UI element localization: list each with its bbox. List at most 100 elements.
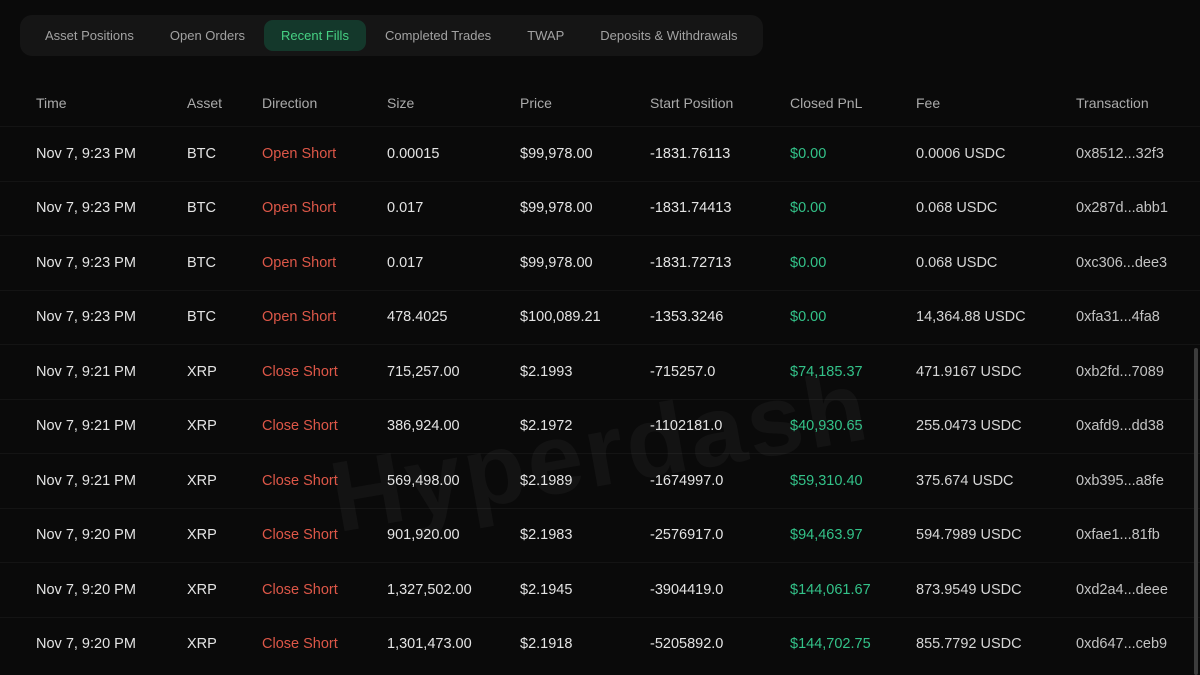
table-row[interactable]: Nov 7, 9:23 PM BTC Open Short 478.4025 $… <box>0 290 1200 345</box>
tab-open-orders[interactable]: Open Orders <box>153 20 262 51</box>
cell-transaction-link[interactable]: 0x287d...abb1 <box>1076 200 1200 216</box>
cell-direction: Close Short <box>262 582 387 598</box>
tab-completed-trades[interactable]: Completed Trades <box>368 20 508 51</box>
cell-asset: BTC <box>187 200 262 216</box>
cell-fee: 855.7792 USDC <box>916 636 1076 652</box>
cell-start-position: -715257.0 <box>650 364 790 380</box>
cell-fee: 375.674 USDC <box>916 473 1076 489</box>
cell-asset: XRP <box>187 418 262 434</box>
cell-direction: Open Short <box>262 255 387 271</box>
cell-size: 386,924.00 <box>387 418 520 434</box>
cell-transaction-link[interactable]: 0xfa31...4fa8 <box>1076 309 1200 325</box>
cell-start-position: -1353.3246 <box>650 309 790 325</box>
cell-direction: Close Short <box>262 636 387 652</box>
table-row[interactable]: Nov 7, 9:20 PM XRP Close Short 1,327,502… <box>0 562 1200 617</box>
column-header-start-position: Start Position <box>650 95 790 111</box>
cell-start-position: -3904419.0 <box>650 582 790 598</box>
cell-price: $99,978.00 <box>520 200 650 216</box>
cell-transaction-link[interactable]: 0xb2fd...7089 <box>1076 364 1200 380</box>
cell-price: $2.1989 <box>520 473 650 489</box>
cell-direction: Close Short <box>262 418 387 434</box>
cell-closed-pnl: $40,930.65 <box>790 418 916 434</box>
cell-size: 0.00015 <box>387 146 520 162</box>
tab-twap[interactable]: TWAP <box>510 20 581 51</box>
cell-size: 0.017 <box>387 200 520 216</box>
cell-direction: Close Short <box>262 364 387 380</box>
cell-size: 478.4025 <box>387 309 520 325</box>
table-row[interactable]: Nov 7, 9:20 PM XRP Close Short 1,301,473… <box>0 617 1200 672</box>
cell-direction: Open Short <box>262 146 387 162</box>
cell-closed-pnl: $94,463.97 <box>790 527 916 543</box>
cell-asset: BTC <box>187 146 262 162</box>
tab-asset-positions[interactable]: Asset Positions <box>28 20 151 51</box>
cell-time: Nov 7, 9:21 PM <box>36 473 187 489</box>
cell-start-position: -1674997.0 <box>650 473 790 489</box>
table-header-row: Time Asset Direction Size Price Start Po… <box>0 80 1200 126</box>
column-header-direction: Direction <box>262 95 387 111</box>
cell-time: Nov 7, 9:20 PM <box>36 582 187 598</box>
cell-asset: BTC <box>187 255 262 271</box>
cell-price: $2.1983 <box>520 527 650 543</box>
cell-start-position: -1102181.0 <box>650 418 790 434</box>
cell-size: 0.017 <box>387 255 520 271</box>
table-row[interactable]: Nov 7, 9:20 PM XRP Close Short 901,920.0… <box>0 508 1200 563</box>
column-header-price: Price <box>520 95 650 111</box>
cell-fee: 873.9549 USDC <box>916 582 1076 598</box>
cell-transaction-link[interactable]: 0x8512...32f3 <box>1076 146 1200 162</box>
cell-size: 569,498.00 <box>387 473 520 489</box>
tab-label: Recent Fills <box>281 28 349 43</box>
cell-time: Nov 7, 9:23 PM <box>36 255 187 271</box>
cell-fee: 14,364.88 USDC <box>916 309 1076 325</box>
cell-size: 1,301,473.00 <box>387 636 520 652</box>
column-header-size: Size <box>387 95 520 111</box>
cell-transaction-link[interactable]: 0xb395...a8fe <box>1076 473 1200 489</box>
cell-closed-pnl: $0.00 <box>790 255 916 271</box>
table-row[interactable]: Nov 7, 9:21 PM XRP Close Short 569,498.0… <box>0 453 1200 508</box>
cell-transaction-link[interactable]: 0xc306...dee3 <box>1076 255 1200 271</box>
cell-closed-pnl: $0.00 <box>790 200 916 216</box>
recent-fills-table: Time Asset Direction Size Price Start Po… <box>0 80 1200 671</box>
cell-price: $99,978.00 <box>520 255 650 271</box>
tab-label: Completed Trades <box>385 28 491 43</box>
tab-bar: Asset Positions Open Orders Recent Fills… <box>20 15 763 56</box>
cell-start-position: -1831.74413 <box>650 200 790 216</box>
cell-price: $99,978.00 <box>520 146 650 162</box>
cell-asset: XRP <box>187 527 262 543</box>
cell-price: $2.1918 <box>520 636 650 652</box>
column-header-transaction: Transaction <box>1076 95 1200 111</box>
cell-asset: XRP <box>187 364 262 380</box>
table-row[interactable]: Nov 7, 9:21 PM XRP Close Short 715,257.0… <box>0 344 1200 399</box>
cell-time: Nov 7, 9:20 PM <box>36 527 187 543</box>
table-row[interactable]: Nov 7, 9:23 PM BTC Open Short 0.017 $99,… <box>0 235 1200 290</box>
cell-closed-pnl: $59,310.40 <box>790 473 916 489</box>
table-body: Nov 7, 9:23 PM BTC Open Short 0.00015 $9… <box>0 126 1200 671</box>
table-row[interactable]: Nov 7, 9:23 PM BTC Open Short 0.017 $99,… <box>0 181 1200 236</box>
cell-transaction-link[interactable]: 0xfae1...81fb <box>1076 527 1200 543</box>
scrollbar-thumb[interactable] <box>1194 348 1198 675</box>
cell-asset: XRP <box>187 636 262 652</box>
cell-transaction-link[interactable]: 0xd647...ceb9 <box>1076 636 1200 652</box>
tab-recent-fills[interactable]: Recent Fills <box>264 20 366 51</box>
cell-price: $100,089.21 <box>520 309 650 325</box>
tab-deposits-withdrawals[interactable]: Deposits & Withdrawals <box>583 20 754 51</box>
cell-transaction-link[interactable]: 0xafd9...dd38 <box>1076 418 1200 434</box>
cell-closed-pnl: $0.00 <box>790 146 916 162</box>
cell-price: $2.1993 <box>520 364 650 380</box>
cell-start-position: -1831.76113 <box>650 146 790 162</box>
cell-asset: BTC <box>187 309 262 325</box>
cell-closed-pnl: $0.00 <box>790 309 916 325</box>
cell-price: $2.1945 <box>520 582 650 598</box>
column-header-time: Time <box>36 95 187 111</box>
cell-closed-pnl: $144,702.75 <box>790 636 916 652</box>
column-header-fee: Fee <box>916 95 1076 111</box>
cell-asset: XRP <box>187 473 262 489</box>
cell-start-position: -5205892.0 <box>650 636 790 652</box>
tab-label: Open Orders <box>170 28 245 43</box>
cell-time: Nov 7, 9:23 PM <box>36 309 187 325</box>
cell-fee: 471.9167 USDC <box>916 364 1076 380</box>
cell-time: Nov 7, 9:23 PM <box>36 146 187 162</box>
cell-time: Nov 7, 9:21 PM <box>36 364 187 380</box>
table-row[interactable]: Nov 7, 9:23 PM BTC Open Short 0.00015 $9… <box>0 126 1200 181</box>
cell-transaction-link[interactable]: 0xd2a4...deee <box>1076 582 1200 598</box>
table-row[interactable]: Nov 7, 9:21 PM XRP Close Short 386,924.0… <box>0 399 1200 454</box>
